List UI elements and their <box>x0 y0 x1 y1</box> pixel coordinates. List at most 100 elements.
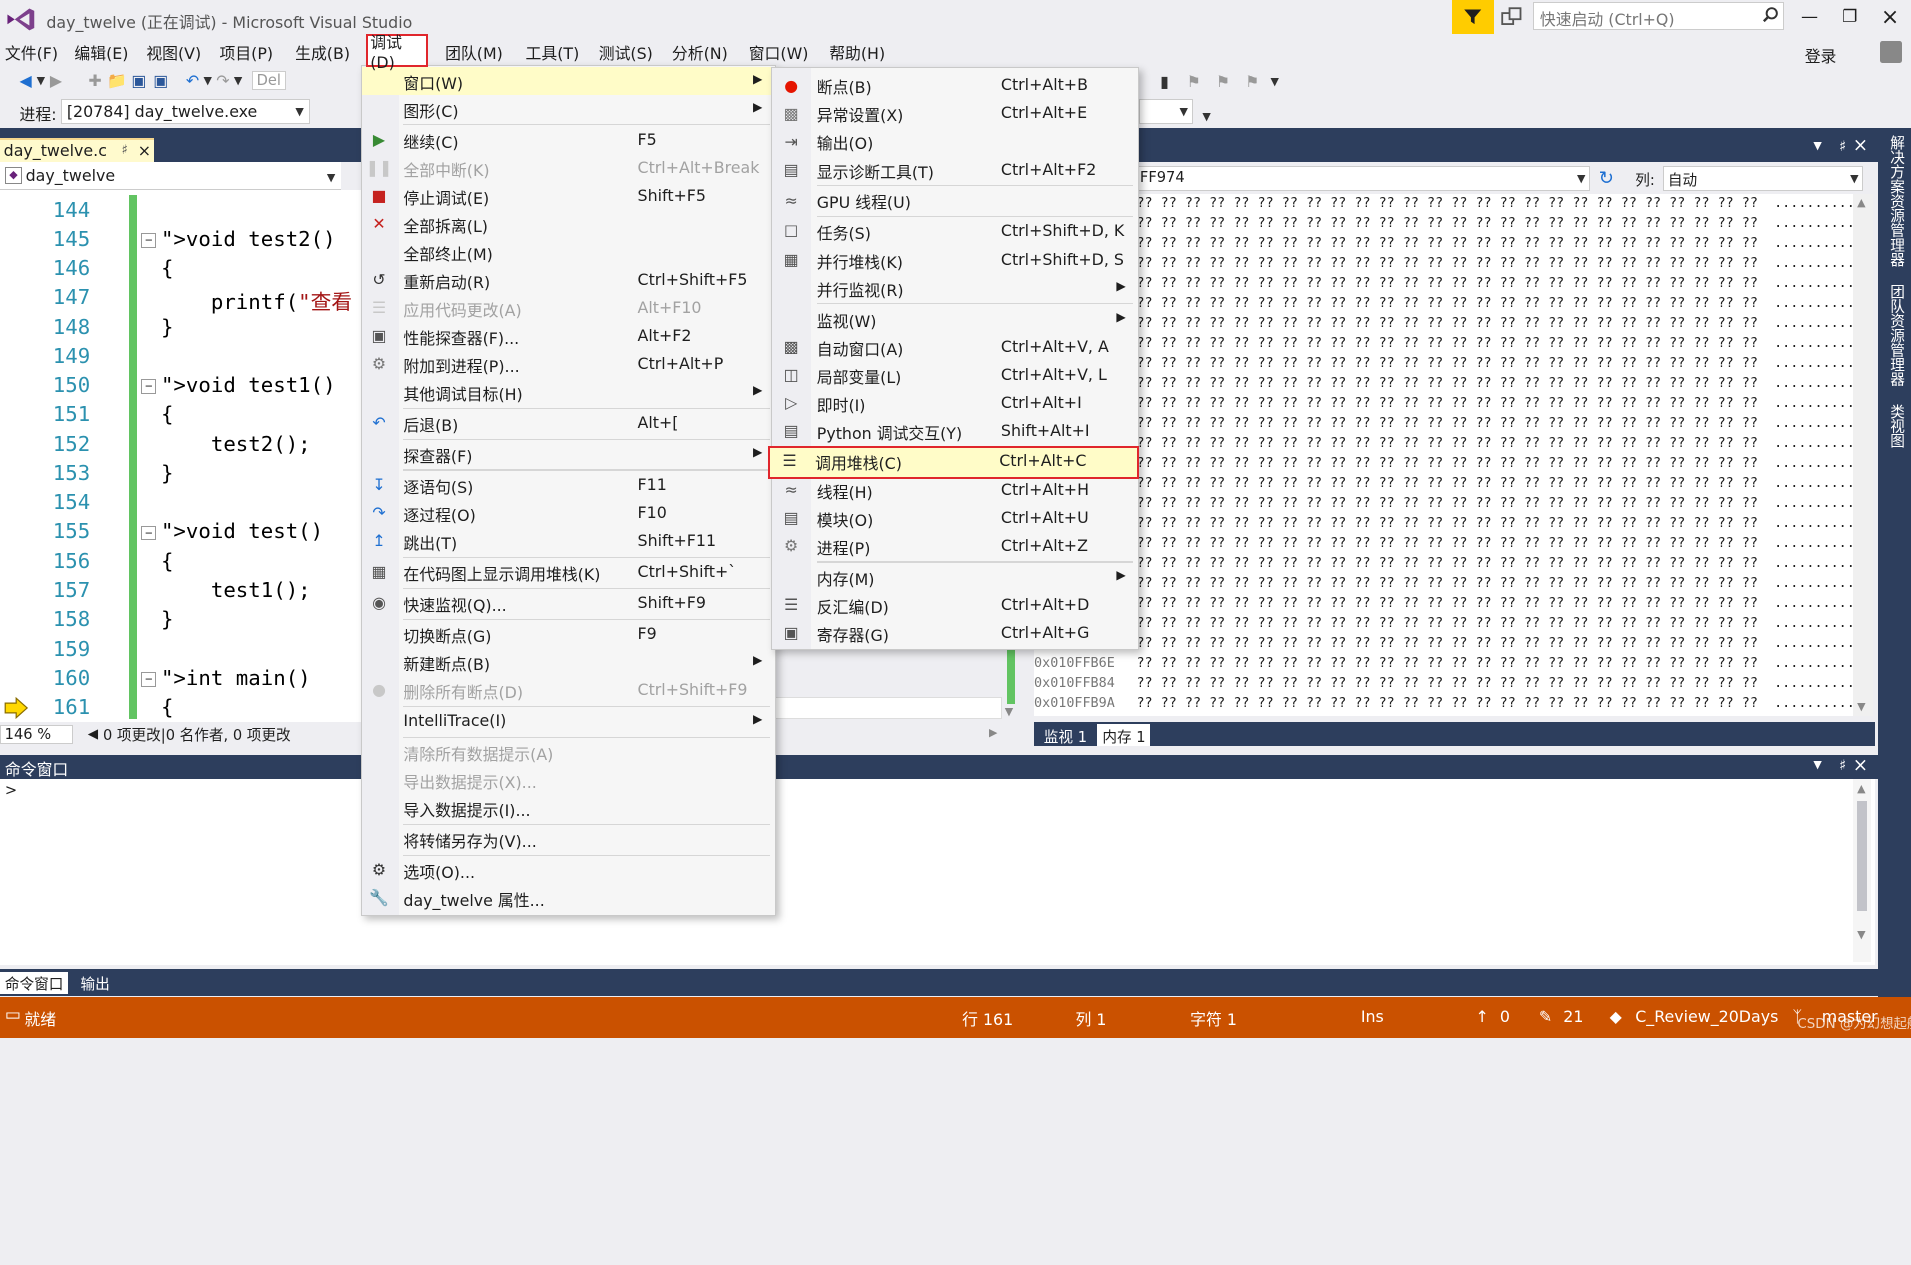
memory-scrollbar[interactable]: ▲ ▼ <box>1853 193 1873 716</box>
menu-item-debug-11[interactable]: 其他调试目标(H) ▶ <box>362 378 775 406</box>
menu-item-window-10[interactable]: ◫ 局部变量(L) Ctrl+Alt+V, L <box>772 361 1138 389</box>
menu-item-debug-10[interactable]: ⚙ 附加到进程(P)... Ctrl+Alt+P <box>362 350 775 378</box>
memory-row[interactable]: ?? ?? ?? ?? ?? ?? ?? ?? ?? ?? ?? ?? ?? ?… <box>1034 556 1853 576</box>
close-tab-icon[interactable]: × <box>138 141 151 160</box>
menu-item-window-3[interactable]: ▤ 显示诊断工具(T) Ctrl+Alt+F2 <box>772 156 1138 184</box>
tab-command-window[interactable]: 命令窗口 <box>0 971 69 994</box>
menu-build[interactable]: 生成(B) <box>295 41 350 64</box>
menu-test[interactable]: 测试(S) <box>599 41 653 64</box>
memory-row[interactable]: ?? ?? ?? ?? ?? ?? ?? ?? ?? ?? ?? ?? ?? ?… <box>1034 236 1853 256</box>
menu-item-window-18[interactable]: ☰ 反汇编(D) Ctrl+Alt+D <box>772 591 1138 619</box>
scroll-up-icon[interactable]: ▲ <box>1857 782 1865 795</box>
close-icon[interactable]: × <box>1853 135 1868 156</box>
user-avatar-icon[interactable] <box>1880 41 1903 64</box>
columns-dropdown[interactable]: 自动 ▼ <box>1663 165 1864 192</box>
menu-item-debug-7[interactable]: ↺ 重新启动(R) Ctrl+Shift+F5 <box>362 266 775 294</box>
new-project-icon[interactable]: ✚ <box>84 70 106 92</box>
status-repository[interactable]: C_Review_20Days <box>1635 1007 1778 1026</box>
memory-row[interactable]: ?? ?? ?? ?? ?? ?? ?? ?? ?? ?? ?? ?? ?? ?… <box>1034 436 1853 456</box>
menu-edit[interactable]: 编辑(E) <box>74 41 128 64</box>
menu-item-debug-1[interactable]: 图形(C) ▶ <box>362 95 775 123</box>
command-window-input[interactable]: > ▲ ▼ <box>0 779 1876 965</box>
collapse-icon[interactable]: − <box>141 232 157 248</box>
redo-icon[interactable]: ↷ <box>212 70 234 92</box>
chevron-down-icon[interactable]: ▼ <box>203 74 211 87</box>
code-line[interactable]: 158} <box>0 607 361 636</box>
pin-icon[interactable]: ♯ <box>1839 138 1846 155</box>
memory-row[interactable]: ?? ?? ?? ?? ?? ?? ?? ?? ?? ?? ?? ?? ?? ?… <box>1034 516 1853 536</box>
tab-watch-1[interactable]: 监视 1 <box>1039 724 1092 746</box>
memory-row[interactable]: ?? ?? ?? ?? ?? ?? ?? ?? ?? ?? ?? ?? ?? ?… <box>1034 496 1853 516</box>
code-line[interactable]: 154 <box>0 490 361 519</box>
minimize-button[interactable]: — <box>1793 5 1827 29</box>
navigate-forward-icon[interactable]: ▶ <box>45 70 67 92</box>
save-all-icon[interactable]: ▣ <box>150 70 172 92</box>
menu-item-debug-13[interactable]: 探查器(F) ▶ <box>362 440 775 468</box>
menu-item-debug-16[interactable]: ↥ 跳出(T) Shift+F11 <box>362 527 775 555</box>
pin-icon[interactable]: ♯ <box>1839 757 1846 774</box>
menu-item-window-1[interactable]: ▩ 异常设置(X) Ctrl+Alt+E <box>772 100 1138 128</box>
menu-item-window-12[interactable]: ▤ Python 调试交互(Y) Shift+Alt+I <box>772 417 1138 445</box>
menu-item-window-5[interactable]: ☐ 任务(S) Ctrl+Shift+D, K <box>772 218 1138 246</box>
menu-item-window-6[interactable]: ▦ 并行堆栈(K) Ctrl+Shift+D, S <box>772 246 1138 274</box>
menu-item-debug-12[interactable]: ↶ 后退(B) Alt+[ <box>362 409 775 437</box>
solution-config-dropdown[interactable]: Del <box>252 70 286 90</box>
search-icon[interactable] <box>1761 5 1781 25</box>
chevron-down-icon[interactable]: ▼ <box>1202 110 1210 123</box>
menu-team[interactable]: 团队(M) <box>445 41 503 64</box>
menu-project[interactable]: 项目(P) <box>219 41 273 64</box>
collapse-icon[interactable]: − <box>141 671 157 687</box>
code-line[interactable]: 146 { <box>0 256 361 285</box>
menu-item-debug-18[interactable]: ◉ 快速监视(Q)... Shift+F9 <box>362 589 775 617</box>
chevron-down-icon[interactable]: ▼ <box>234 74 242 87</box>
memory-row[interactable]: ?? ?? ?? ?? ?? ?? ?? ?? ?? ?? ?? ?? ?? ?… <box>1034 576 1853 596</box>
scroll-down-icon[interactable]: ▼ <box>1857 928 1865 941</box>
menu-item-window-14[interactable]: ≈ 线程(H) Ctrl+Alt+H <box>772 476 1138 504</box>
bookmark-icon[interactable]: ▮ <box>1154 71 1176 93</box>
menu-item-window-11[interactable]: ▷ 即时(I) Ctrl+Alt+I <box>772 389 1138 417</box>
code-line[interactable]: 160 − ">int main() <box>0 666 361 695</box>
memory-row[interactable]: ?? ?? ?? ?? ?? ?? ?? ?? ?? ?? ?? ?? ?? ?… <box>1034 456 1853 476</box>
scroll-down-icon[interactable]: ▼ <box>1005 705 1027 720</box>
code-line[interactable]: 145 − ">void test2() <box>0 227 361 256</box>
memory-row[interactable]: ?? ?? ?? ?? ?? ?? ?? ?? ?? ?? ?? ?? ?? ?… <box>1034 476 1853 496</box>
menu-item-debug-5[interactable]: ✕ 全部拆离(L) <box>362 210 775 238</box>
memory-row[interactable]: 0x010FFB6E ?? ?? ?? ?? ?? ?? ?? ?? ?? ?? … <box>1034 656 1853 676</box>
restore-button[interactable]: ❐ <box>1833 5 1867 29</box>
menu-item-debug-17[interactable]: ▦ 在代码图上显示调用堆栈(K) Ctrl+Shift+` <box>362 558 775 586</box>
code-line[interactable]: 153} <box>0 461 361 490</box>
menu-file[interactable]: 文件(F) <box>5 41 58 64</box>
menu-item-window-16[interactable]: ⚙ 进程(P) Ctrl+Alt+Z <box>772 532 1138 560</box>
quick-launch-input[interactable]: 快速启动 (Ctrl+Q) <box>1532 2 1784 31</box>
code-line[interactable]: 149 <box>0 344 361 373</box>
memory-row[interactable]: ?? ?? ?? ?? ?? ?? ?? ?? ?? ?? ?? ?? ?? ?… <box>1034 596 1853 616</box>
scroll-up-icon[interactable]: ▲ <box>1857 196 1865 209</box>
scroll-down-icon[interactable]: ▼ <box>1857 700 1865 713</box>
menu-window[interactable]: 窗口(W) <box>749 41 809 64</box>
command-scrollbar[interactable]: ▲ ▼ <box>1853 779 1871 963</box>
code-line[interactable]: 144 <box>0 198 361 227</box>
code-line[interactable]: 161 { <box>0 695 361 724</box>
menu-analyze[interactable]: 分析(N) <box>672 41 728 64</box>
menu-item-debug-2[interactable]: ▶ 继续(C) F5 <box>362 126 775 154</box>
chevron-down-icon[interactable]: ▼ <box>1813 139 1821 152</box>
memory-row[interactable]: ?? ?? ?? ?? ?? ?? ?? ?? ?? ?? ?? ?? ?? ?… <box>1034 316 1853 336</box>
memory-row[interactable]: ?? ?? ?? ?? ?? ?? ?? ?? ?? ?? ?? ?? ?? ?… <box>1034 376 1853 396</box>
menu-item-debug-26[interactable]: 将转储另存为(V)... <box>362 825 775 853</box>
menu-item-debug-19[interactable]: 切换断点(G) F9 <box>362 620 775 648</box>
bookmark-prev-icon[interactable]: ⚑ <box>1183 71 1205 93</box>
navigation-bar[interactable]: ◆ day_twelve ▼ <box>0 162 342 191</box>
zoom-dropdown[interactable]: 146 % <box>0 724 74 744</box>
close-window-button[interactable]: × <box>1873 5 1907 30</box>
menu-item-debug-20[interactable]: 新建断点(B) ▶ <box>362 648 775 676</box>
stack-frame-dropdown[interactable]: ▼ <box>1138 98 1193 125</box>
menu-item-window-2[interactable]: ⇥ 输出(O) <box>772 128 1138 156</box>
code-line[interactable]: 152 test2(); <box>0 432 361 461</box>
quick-launch-icon[interactable] <box>1500 6 1524 28</box>
open-file-icon[interactable]: 📁 <box>106 70 128 92</box>
menu-item-window-13[interactable]: ☰ 调用堆栈(C) Ctrl+Alt+C <box>768 445 1139 479</box>
memory-row[interactable]: 0x010FFB9A ?? ?? ?? ?? ?? ?? ?? ?? ?? ?? … <box>1034 696 1853 716</box>
code-line[interactable]: 148} <box>0 315 361 344</box>
tab-class-view[interactable]: 类视图 <box>1883 404 1907 448</box>
memory-row[interactable]: ?? ?? ?? ?? ?? ?? ?? ?? ?? ?? ?? ?? ?? ?… <box>1034 636 1853 656</box>
